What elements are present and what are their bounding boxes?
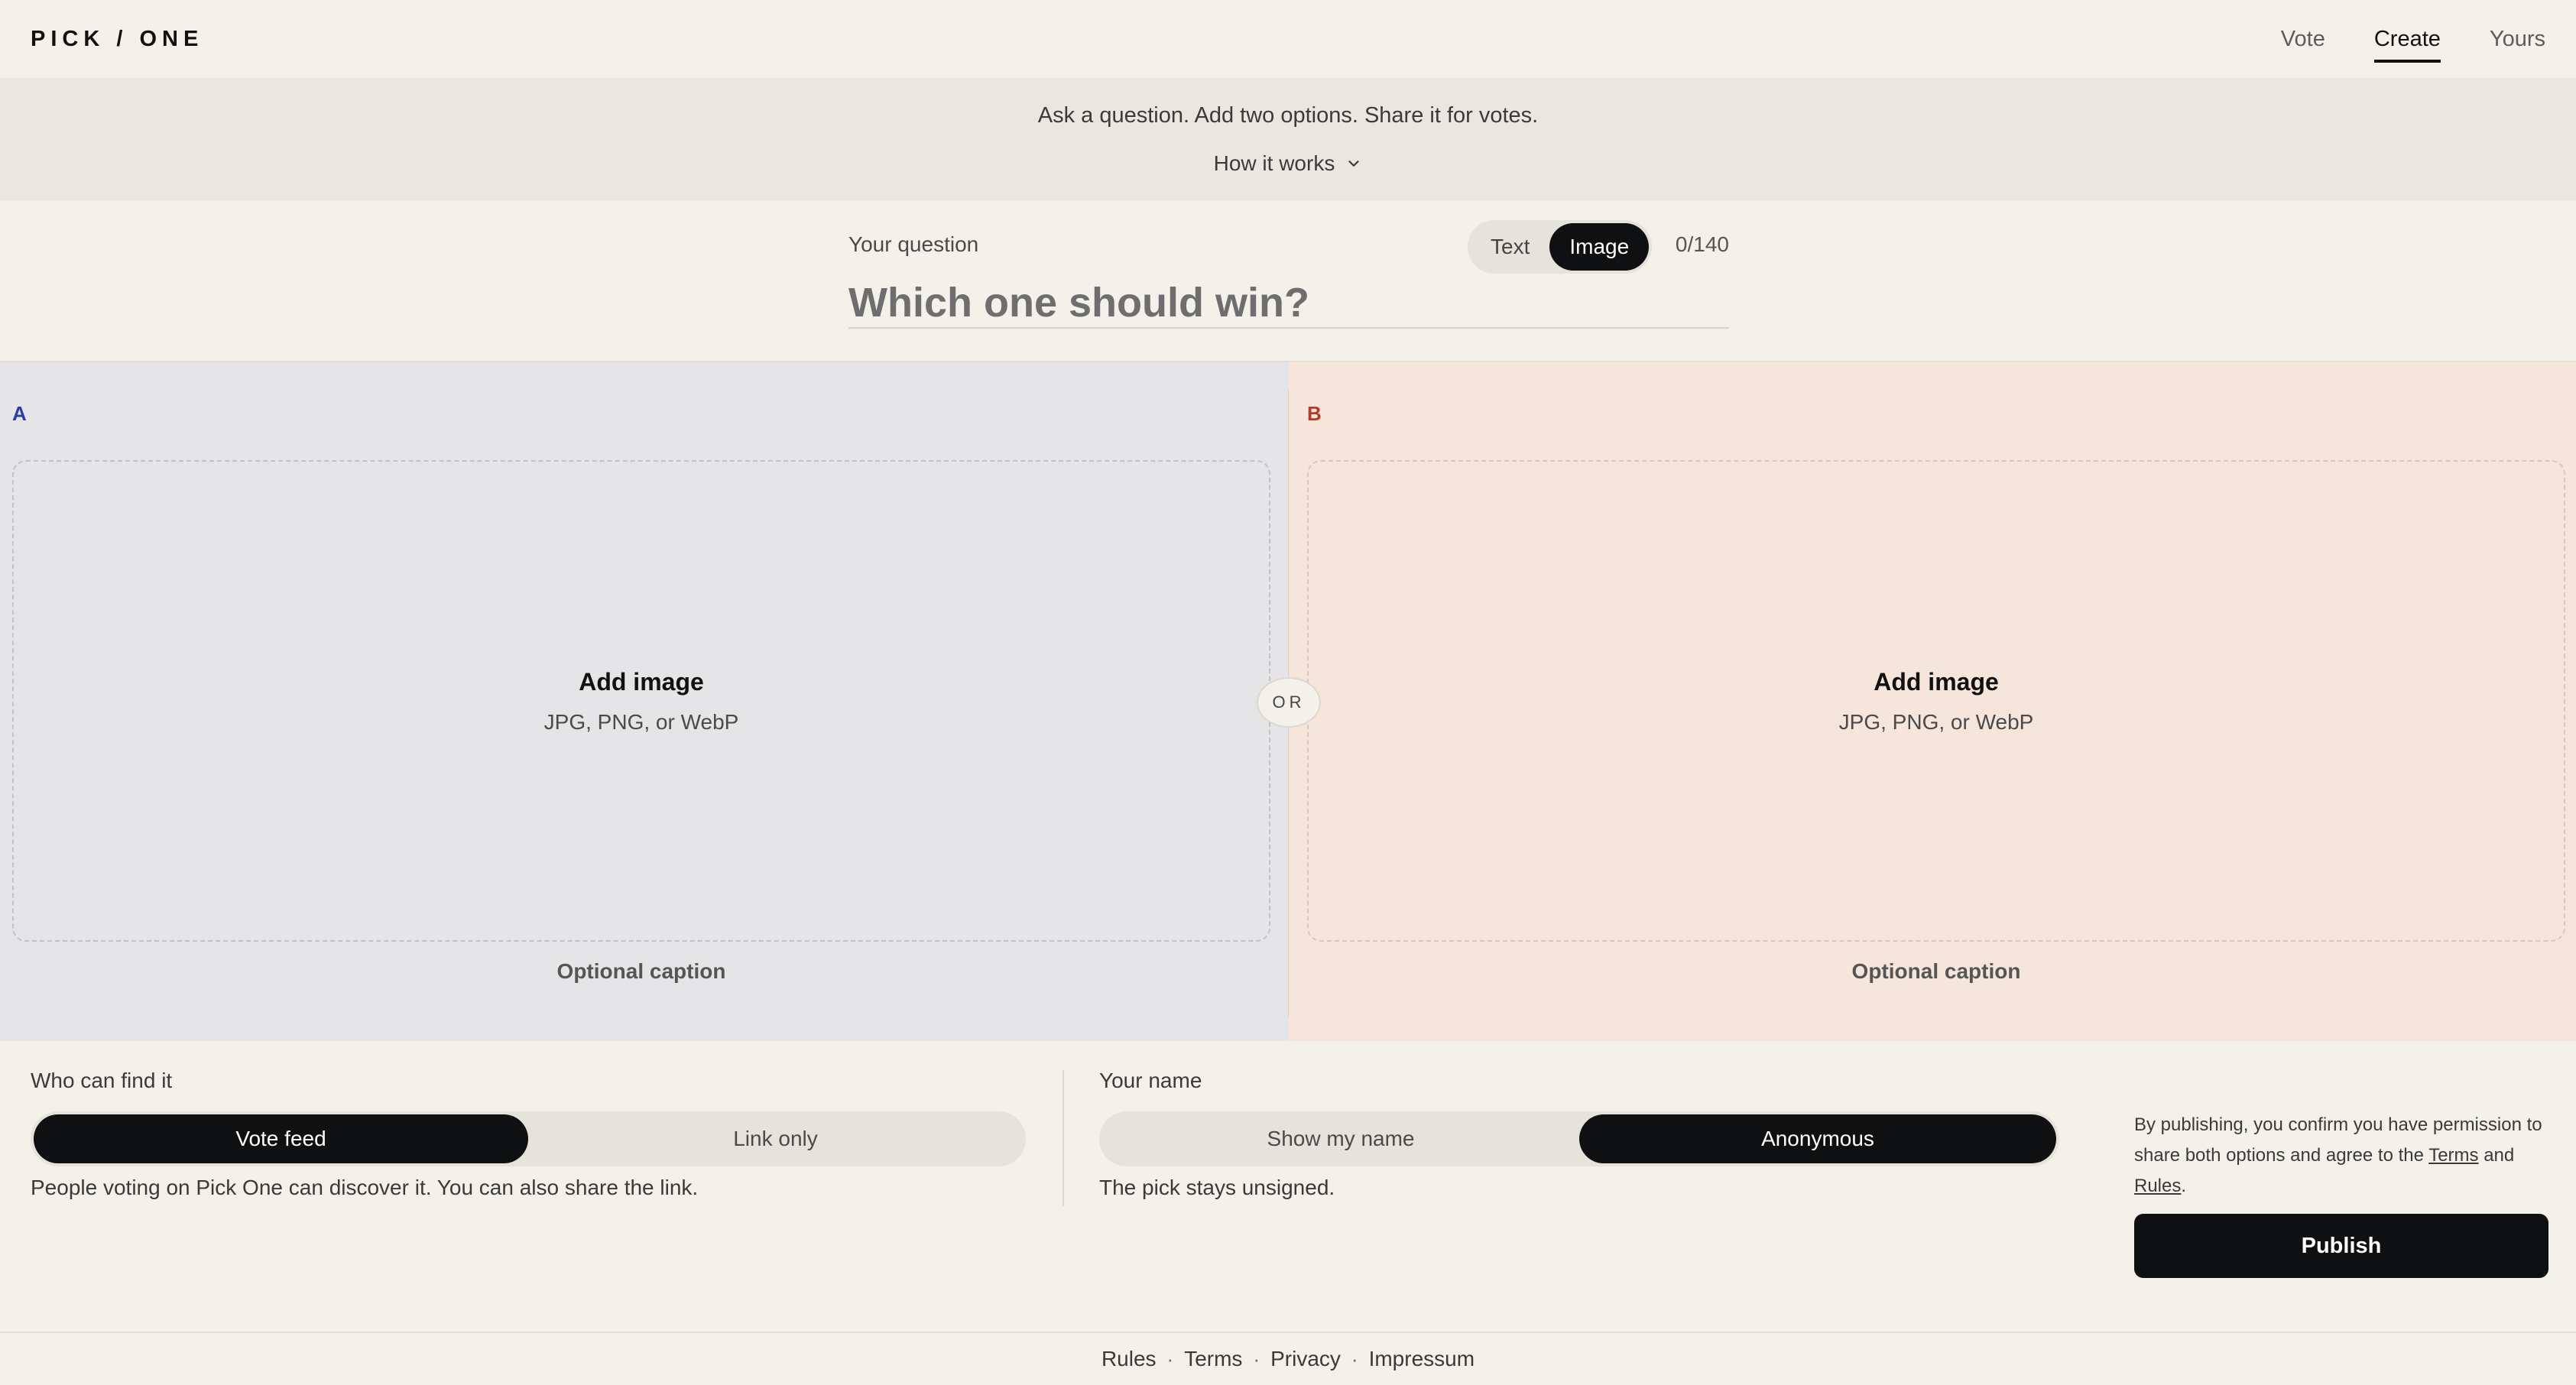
create-page: PICK / ONE Vote Create Yours Ask a quest…: [0, 0, 2576, 1385]
visibility-link-only-option[interactable]: Link only: [528, 1114, 1023, 1163]
visibility-toggle: Vote feed Link only: [31, 1111, 1026, 1166]
visibility-vote-feed-option[interactable]: Vote feed: [34, 1114, 528, 1163]
footer-impressum-link[interactable]: Impressum: [1369, 1347, 1475, 1371]
how-it-works-toggle[interactable]: How it works: [1214, 151, 1363, 176]
legal-suffix: .: [2181, 1176, 2187, 1196]
identity-anonymous-option[interactable]: Anonymous: [1579, 1114, 2056, 1163]
legal-and: and: [2478, 1145, 2515, 1166]
footer-privacy-link[interactable]: Privacy: [1270, 1347, 1341, 1371]
question-input[interactable]: [848, 278, 1729, 329]
option-b-letter: B: [1307, 402, 1322, 425]
option-a-letter: A: [12, 402, 27, 425]
or-badge: OR: [1257, 677, 1321, 728]
footer-separator: ·: [1166, 1347, 1174, 1370]
identity-help: The pick stays unsigned.: [1099, 1176, 1335, 1199]
mode-image-option[interactable]: Image: [1549, 223, 1650, 271]
nav-yours[interactable]: Yours: [2490, 0, 2545, 78]
question-mode-toggle: Text Image: [1468, 220, 1653, 274]
footer-terms-link[interactable]: Terms: [1184, 1347, 1242, 1371]
identity-toggle: Show my name Anonymous: [1099, 1111, 2059, 1166]
footer-separator: ·: [1253, 1347, 1260, 1370]
footer: Rules · Terms · Privacy · Impressum: [0, 1331, 2576, 1385]
question-section: Your question Text Image 0/140: [848, 216, 1729, 342]
identity-label: Your name: [1099, 1069, 1202, 1092]
footer-rules-link[interactable]: Rules: [1101, 1347, 1157, 1371]
how-it-works-label: How it works: [1213, 151, 1335, 175]
option-b-dropzone-title: Add image: [1874, 667, 1999, 696]
top-header: PICK / ONE Vote Create Yours: [0, 0, 2576, 78]
logo[interactable]: PICK / ONE: [31, 27, 203, 52]
rules-link[interactable]: Rules: [2134, 1176, 2181, 1196]
intro-banner: Ask a question. Add two options. Share i…: [0, 78, 2576, 200]
option-a-panel: A Add image JPG, PNG, or WebP: [0, 362, 1289, 1041]
option-a-dropzone-title: Add image: [579, 667, 704, 696]
terms-link[interactable]: Terms: [2428, 1145, 2478, 1166]
footer-separator: ·: [1351, 1347, 1358, 1370]
option-a-caption-input[interactable]: [12, 952, 1270, 991]
option-b-panel: B Add image JPG, PNG, or WebP: [1289, 362, 2576, 1041]
character-counter: 0/140: [1675, 232, 1729, 256]
main-nav: Vote Create Yours: [2232, 0, 2545, 78]
mode-text-option[interactable]: Text: [1471, 223, 1549, 271]
banner-text: Ask a question. Add two options. Share i…: [1037, 102, 1539, 128]
publish-settings: Who can find it Vote feed Link only Peop…: [0, 1043, 2576, 1333]
visibility-help: People voting on Pick One can discover i…: [31, 1176, 699, 1199]
option-b-dropzone[interactable]: Add image JPG, PNG, or WebP: [1307, 460, 2565, 942]
option-b-caption-input[interactable]: [1307, 952, 2565, 991]
question-label: Your question: [848, 232, 979, 256]
nav-create[interactable]: Create: [2373, 0, 2441, 78]
option-a-dropzone-formats: JPG, PNG, or WebP: [543, 709, 739, 734]
chevron-down-icon: [1348, 160, 1359, 167]
identity-show-name-option[interactable]: Show my name: [1102, 1114, 1579, 1163]
publish-legal-note: By publishing, you confirm you have perm…: [2134, 1110, 2550, 1202]
visibility-label: Who can find it: [31, 1069, 173, 1092]
nav-vote[interactable]: Vote: [2281, 0, 2325, 78]
settings-divider: [1063, 1070, 1064, 1206]
option-a-dropzone[interactable]: Add image JPG, PNG, or WebP: [12, 460, 1270, 942]
publish-button[interactable]: Publish: [2134, 1214, 2548, 1278]
option-b-dropzone-formats: JPG, PNG, or WebP: [1838, 709, 2034, 734]
